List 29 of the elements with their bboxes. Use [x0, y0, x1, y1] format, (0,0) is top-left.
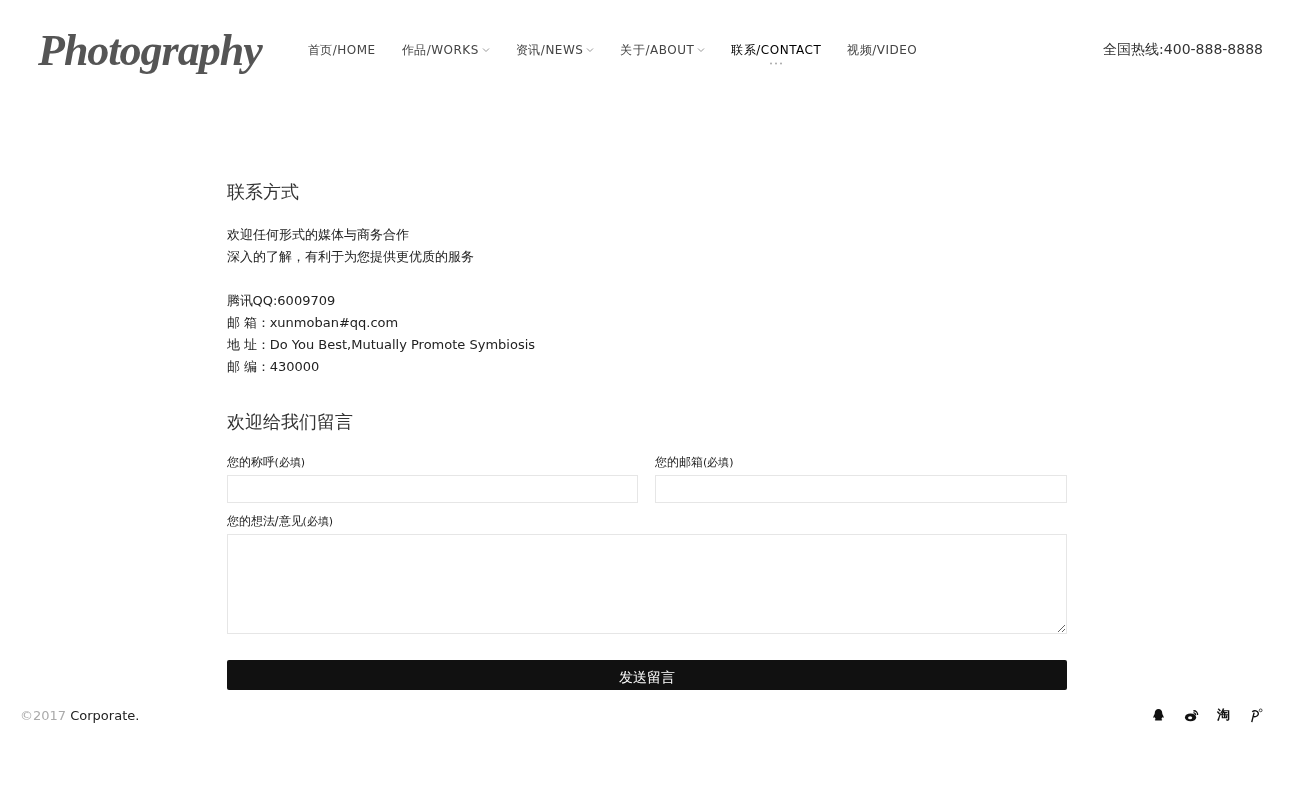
nav-link[interactable]: 关于/ABOUT — [614, 41, 712, 59]
contact-detail: 腾讯QQ:6009709 — [226, 292, 337, 310]
field-label: 您的邮箱(必填) — [655, 454, 735, 471]
field-label: 您的想法/意见(必填) — [226, 513, 335, 530]
logo[interactable]: Photography — [38, 24, 262, 76]
nav-link[interactable]: 首页/HOME — [301, 41, 382, 59]
message-field[interactable] — [226, 534, 1067, 634]
penguin-icon[interactable] — [1151, 707, 1166, 723]
weibo-icon[interactable] — [1184, 707, 1199, 723]
intro-text: 欢迎任何形式的媒体与商务合作 — [226, 226, 410, 244]
section-title: 联系方式 — [226, 180, 300, 204]
hotline-text: 全国热线:400-888-8888 — [1103, 41, 1263, 59]
nav-link[interactable]: 作品/WORKS — [395, 41, 496, 59]
nav-link[interactable]: 联系/CONTACT — [725, 41, 828, 59]
intro-text: 深入的了解，有利于为您提供更优质的服务 — [226, 248, 475, 266]
contact-detail: 地 址：Do You Best,Mutually Promote Symbiosis — [226, 336, 537, 354]
nav-link[interactable]: 视频/VIDEO — [841, 41, 924, 59]
p-letter-icon[interactable] — [1248, 707, 1263, 723]
active-indicator-icon — [769, 61, 784, 65]
copyright-text: ©2017 Corporate. — [20, 707, 140, 723]
contact-detail: 邮 箱：xunmoban#qq.com — [226, 314, 400, 332]
nav-link[interactable]: 资讯/NEWS — [509, 41, 601, 59]
input-field[interactable] — [226, 475, 638, 503]
field-label: 您的称呼(必填) — [226, 454, 307, 471]
section-title: 欢迎给我们留言 — [226, 410, 354, 434]
submit-button[interactable]: 发送留言 — [226, 660, 1067, 690]
input-field[interactable] — [655, 475, 1067, 503]
contact-detail: 邮 编：430000 — [226, 358, 321, 376]
taobao-icon[interactable]: 淘 — [1217, 706, 1230, 724]
